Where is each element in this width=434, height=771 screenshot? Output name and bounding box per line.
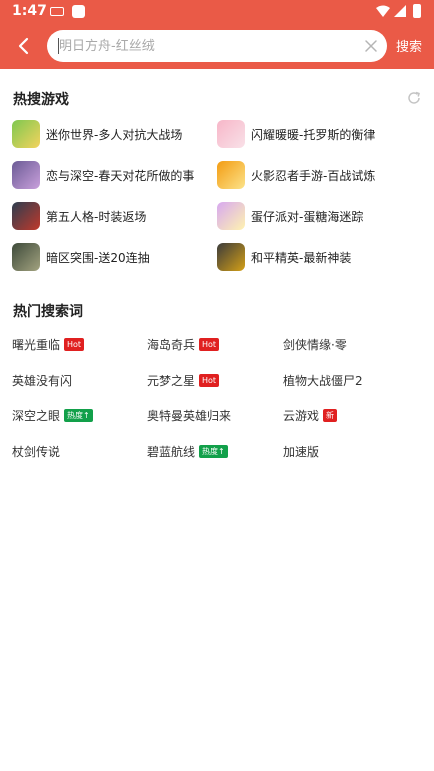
keyword-text: 英雄没有闪 [12,374,73,388]
hot-game-item[interactable]: 恋与深空-春天对花所做的事 [12,161,212,189]
keyword-text: 元梦之星 [147,374,196,388]
game-icon [217,243,245,271]
keyword-item[interactable]: 元梦之星 Hot [147,370,220,388]
game-icon [217,161,245,189]
game-name: 暗区突围-送20连抽 [46,251,150,265]
keyword-item[interactable]: 曙光重临 Hot [12,334,85,352]
game-name: 火影忍者手游-百战试炼 [251,169,376,183]
search-input[interactable] [59,30,349,62]
keyword-item[interactable]: 海岛奇兵 Hot [147,334,220,352]
status-bar: 1:47 [0,0,434,24]
keyword-item[interactable]: 杖剑传说 [12,441,60,459]
hot-game-item[interactable]: 和平精英-最新神装 [217,243,417,271]
keyword-item[interactable]: 云游戏新 [283,405,338,423]
keyword-tag-badge: 热度↑ [64,409,93,422]
signal-icon [394,5,406,17]
game-icon [12,202,40,230]
keyword-tag-badge: Hot [64,338,85,351]
keyword-text: 曙光重临 [12,338,61,352]
search-box [47,30,387,62]
battery-icon [413,4,421,18]
hot-game-item[interactable]: 蛋仔派对-蛋糖海迷踪 [217,202,417,230]
keyword-text: 加速版 [283,445,320,459]
keyword-item[interactable]: 碧蓝航线 热度↑ [147,441,228,459]
keyword-text: 杖剑传说 [12,445,61,459]
hot-game-item[interactable]: 第五人格-时装返场 [12,202,212,230]
game-name: 蛋仔派对-蛋糖海迷踪 [251,210,364,224]
search-bar: 搜索 [0,24,434,69]
notification-icon [50,7,64,16]
hot-keywords-title: 热门搜索词 [13,304,83,320]
keyword-text: 海岛奇兵 [147,338,196,352]
keyword-item[interactable]: 英雄没有闪 [12,370,72,388]
keyword-item[interactable]: 植物大战僵尸2 [283,370,363,388]
text-cursor [58,38,59,54]
game-icon [12,120,40,148]
app-header: 1:47 搜索 [0,0,434,69]
keyword-tag-badge: Hot [199,338,220,351]
game-icon [217,202,245,230]
game-icon [12,243,40,271]
refresh-icon[interactable] [406,90,422,106]
game-name: 迷你世界-多人对抗大战场 [46,128,183,142]
game-name: 恋与深空-春天对花所做的事 [46,169,195,183]
keyword-item[interactable]: 深空之眼 热度↑ [12,405,93,423]
search-button[interactable]: 搜索 [396,36,422,55]
game-icon [12,161,40,189]
wifi-icon [376,5,390,17]
keyword-text: 云游戏 [283,409,320,423]
keyword-tag-badge: 新 [323,409,338,422]
hot-game-item[interactable]: 火影忍者手游-百战试炼 [217,161,417,189]
keyword-text: 剑侠情缘·零 [283,338,347,352]
keyword-text: 深空之眼 [12,409,61,423]
keyword-tag-badge: 热度↑ [199,445,228,458]
back-arrow-icon[interactable] [10,32,38,60]
app-notification-icon [72,5,85,18]
hot-game-item[interactable]: 暗区突围-送20连抽 [12,243,212,271]
game-name: 第五人格-时装返场 [46,210,147,224]
game-name: 闪耀暖暖-托罗斯的衡律 [251,128,376,142]
keyword-item[interactable]: 剑侠情缘·零 [283,334,347,352]
status-time: 1:47 [12,3,47,19]
keyword-text: 奥特曼英雄归来 [147,409,232,423]
hot-game-item[interactable]: 闪耀暖暖-托罗斯的衡律 [217,120,417,148]
hot-game-item[interactable]: 迷你世界-多人对抗大战场 [12,120,212,148]
keyword-text: 碧蓝航线 [147,445,196,459]
keyword-tag-badge: Hot [199,374,220,387]
keyword-item[interactable]: 加速版 [283,441,319,459]
keyword-text: 植物大战僵尸2 [283,374,363,388]
keyword-item[interactable]: 奥特曼英雄归来 [147,405,231,423]
clear-icon[interactable] [363,38,379,54]
game-name: 和平精英-最新神装 [251,251,352,265]
hot-games-title: 热搜游戏 [13,92,69,108]
game-icon [217,120,245,148]
